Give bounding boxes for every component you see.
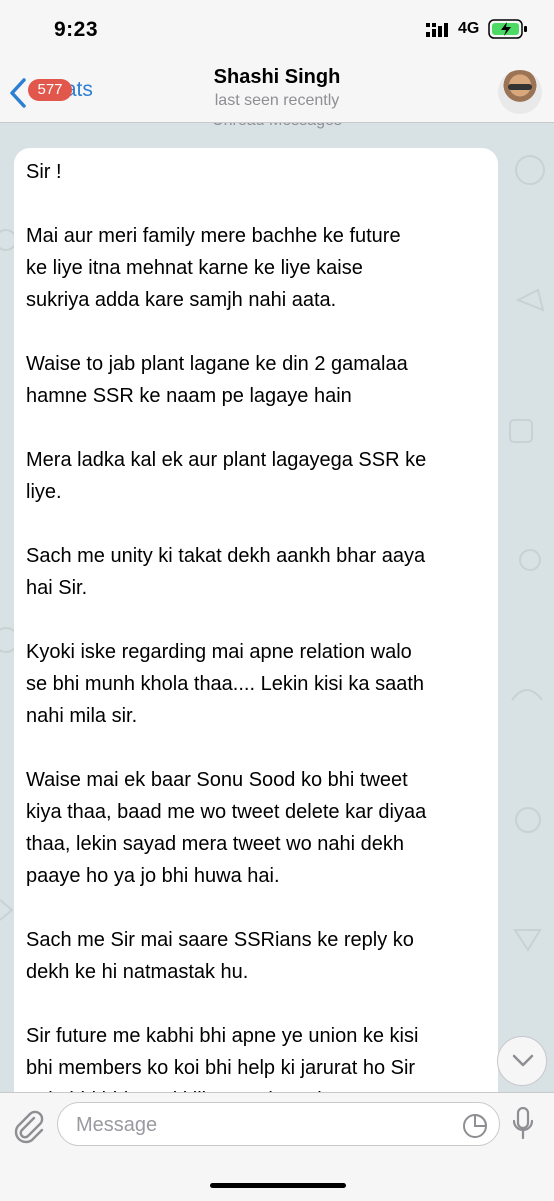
message-text: Sir ! Mai aur meri family mere bachhe ke … bbox=[26, 156, 488, 1108]
microphone-icon[interactable] bbox=[512, 1107, 534, 1141]
chevron-left-icon bbox=[10, 78, 26, 108]
chat-title[interactable]: Shashi Singh last seen recently bbox=[150, 66, 404, 110]
message-line: thaa, lekin sayad mera tweet wo nahi dek… bbox=[26, 833, 404, 855]
status-bar: 9:23 4G bbox=[0, 0, 554, 58]
avatar-glasses bbox=[508, 84, 532, 90]
message-line: dekh ke hi natmastak hu. bbox=[26, 961, 249, 983]
message-line: Sir ! bbox=[26, 161, 62, 183]
signal-icon bbox=[426, 23, 448, 37]
message-line: Mai aur meri family mere bachhe ke futur… bbox=[26, 225, 401, 247]
message-line: Mera ladka kal ek aur plant lagayega SSR… bbox=[26, 449, 427, 471]
message-line: ke liye itna mehnat karne ke liye kaise bbox=[26, 257, 363, 279]
paperclip-icon[interactable] bbox=[10, 1108, 46, 1144]
message-line: Waise to jab plant lagane ke din 2 gamal… bbox=[26, 353, 408, 375]
contact-name: Shashi Singh bbox=[213, 66, 341, 88]
message-line: kiya thaa, baad me wo tweet delete kar d… bbox=[26, 801, 427, 823]
chevron-down-icon bbox=[512, 1054, 534, 1067]
contact-status: last seen recently bbox=[214, 92, 340, 109]
message-line: paaye ho ya jo bhi huwa hai. bbox=[26, 865, 280, 887]
message-line: Sir future me kabhi bhi apne ye union ke… bbox=[26, 1025, 419, 1047]
unread-count-badge: 577 bbox=[28, 79, 72, 101]
message-line: hai Sir. bbox=[26, 577, 88, 599]
sticker-icon[interactable] bbox=[462, 1113, 488, 1139]
message-line: Waise mai ek baar Sonu Sood ko bhi tweet bbox=[26, 769, 408, 791]
back-button[interactable]: Chats 577 bbox=[8, 74, 128, 110]
message-bubble[interactable]: Sir ! Mai aur meri family mere bachhe ke … bbox=[14, 148, 498, 1108]
message-input[interactable] bbox=[74, 1111, 448, 1139]
message-line: nahi mila sir. bbox=[26, 705, 138, 727]
message-line: Sach me Sir mai saare SSRians ke reply k… bbox=[26, 929, 414, 951]
chat-header: Chats 577 Shashi Singh last seen recentl… bbox=[0, 58, 554, 123]
message-line: hamne SSR ke naam pe lagaye hain bbox=[26, 385, 352, 407]
message-input-field[interactable] bbox=[57, 1102, 500, 1146]
message-line: se bhi munh khola thaa.... Lekin kisi ka… bbox=[26, 673, 425, 695]
message-line: Sach me unity ki takat dekh aankh bhar a… bbox=[26, 545, 426, 567]
contact-avatar[interactable] bbox=[498, 70, 542, 114]
message-line: Kyoki iske regarding mai apne relation w… bbox=[26, 641, 412, 663]
message-line: sukriya adda kare samjh nahi aata. bbox=[26, 289, 337, 311]
scroll-down-button[interactable] bbox=[497, 1036, 547, 1086]
battery-charging-icon bbox=[488, 19, 527, 39]
home-indicator bbox=[210, 1183, 346, 1188]
network-label: 4G bbox=[458, 20, 480, 37]
status-time: 9:23 bbox=[54, 18, 99, 41]
message-line: bhi members ko koi bhi help ki jarurat h… bbox=[26, 1057, 416, 1079]
message-line: liye. bbox=[26, 481, 62, 503]
